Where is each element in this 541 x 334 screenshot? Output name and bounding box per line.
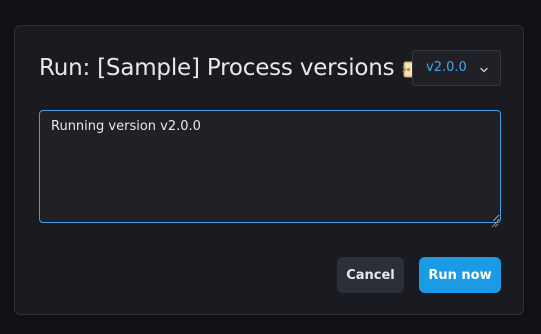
resize-grip-icon[interactable] <box>491 213 499 228</box>
run-dialog: Run: [Sample] Process versions v2.0.0 Ru… <box>14 25 524 315</box>
run-message-input[interactable]: Running version v2.0.0 <box>39 110 501 223</box>
dialog-title-text: Run: [Sample] Process versions <box>39 55 395 81</box>
cancel-button[interactable]: Cancel <box>337 257 404 293</box>
dialog-title: Run: [Sample] Process versions <box>39 55 427 81</box>
version-select-value: v2.0.0 <box>426 60 467 75</box>
run-now-button[interactable]: Run now <box>419 257 501 293</box>
chevron-down-icon <box>478 61 490 73</box>
version-select[interactable]: v2.0.0 <box>412 50 501 86</box>
